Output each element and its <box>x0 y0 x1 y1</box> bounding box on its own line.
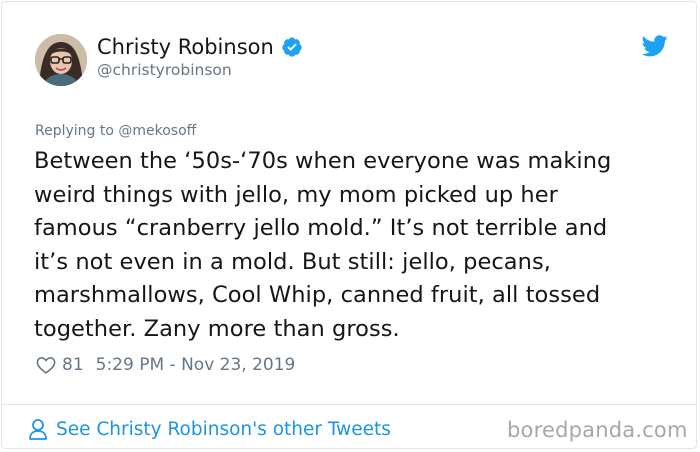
twitter-bird-icon[interactable] <box>641 35 668 57</box>
author-name-row[interactable]: Christy Robinson <box>97 34 303 60</box>
watermark: boredpanda.com <box>507 418 688 442</box>
tweet-line: famous “cranberry jello mold.” It’s not … <box>34 215 608 241</box>
like-count[interactable]: 81 <box>62 355 84 375</box>
tweet-line: together. Zany more than gross. <box>34 315 400 342</box>
tweet-line: marshmallows, Cool Whip, canned fruit, a… <box>34 282 601 308</box>
heart-icon[interactable] <box>35 354 57 376</box>
tweet-text: Between the ‘50s-‘70s when everyone was … <box>34 145 674 346</box>
replying-to[interactable]: Replying to @mekosoff <box>35 122 196 140</box>
author-handle[interactable]: @christyrobinson <box>97 60 232 80</box>
see-other-tweets-link[interactable]: See Christy Robinson's other Tweets <box>28 416 391 442</box>
avatar[interactable] <box>35 34 87 86</box>
divider <box>2 404 696 405</box>
author-name[interactable]: Christy Robinson <box>97 34 274 60</box>
tweet-line: Between the ‘50s-‘70s when everyone was … <box>34 148 612 174</box>
tweet-meta: 81 5:29 PM - Nov 23, 2019 <box>35 353 295 377</box>
see-other-tweets-label[interactable]: See Christy Robinson's other Tweets <box>56 419 391 440</box>
person-icon <box>28 418 48 440</box>
timestamp[interactable]: 5:29 PM - Nov 23, 2019 <box>96 355 296 375</box>
verified-badge-icon <box>281 36 303 58</box>
tweet-card: Christy Robinson @christyrobinson Replyi… <box>1 1 697 449</box>
tweet-line: it’s not even in a mold. But still: jell… <box>34 248 551 275</box>
tweet-line: weird things with jello, my mom picked u… <box>34 181 558 208</box>
